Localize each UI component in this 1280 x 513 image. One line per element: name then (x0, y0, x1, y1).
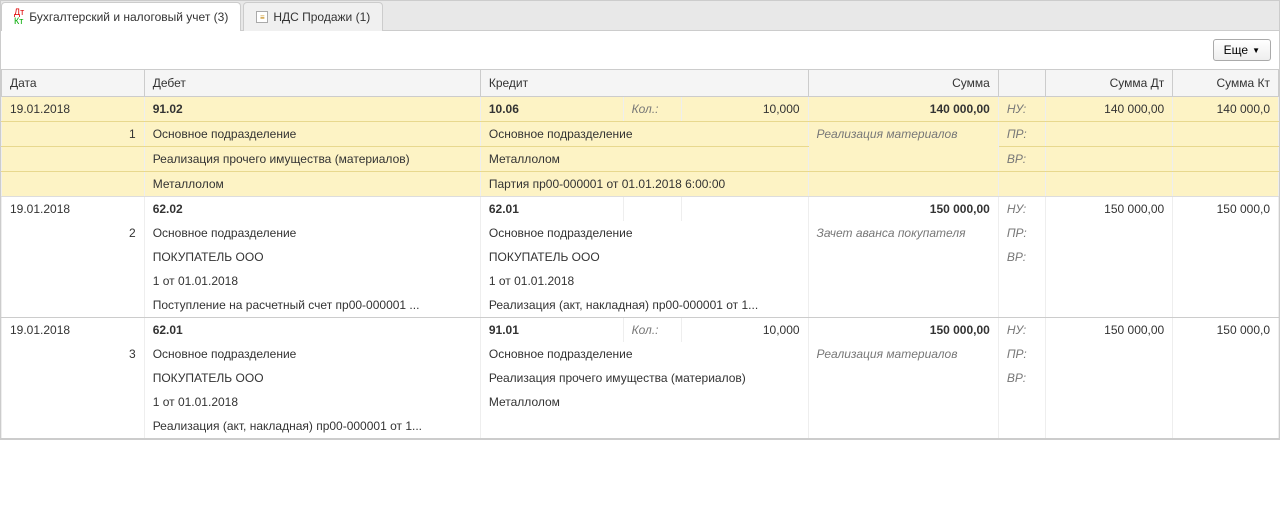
col-blank (998, 70, 1046, 97)
cell-kredit-acc: 62.01 (480, 197, 623, 222)
cell-sumdt: 150 000,00 (1046, 318, 1173, 343)
cell-vr-label: ВР: (998, 245, 1046, 269)
cell-debet-acc: 91.02 (144, 97, 480, 122)
cell-comment: Реализация материалов (808, 342, 998, 390)
cell-debet-sub: ПОКУПАТЕЛЬ ООО (144, 366, 480, 390)
document-icon: ≡ (256, 11, 268, 23)
cell-nu-label: НУ: (998, 197, 1046, 222)
table-row[interactable]: 2 Основное подразделение Основное подраз… (2, 221, 1279, 245)
col-sumkt[interactable]: Сумма Кт (1173, 70, 1279, 97)
table-row[interactable]: 3 Основное подразделение Основное подраз… (2, 342, 1279, 366)
cell-kredit-acc: 91.01 (480, 318, 623, 343)
cell-rownum: 2 (2, 221, 145, 245)
tab-bar: ДтКт Бухгалтерский и налоговый учет (3) … (1, 1, 1279, 31)
cell-kol-label: Кол.: (623, 97, 681, 122)
cell-vr-label: ВР: (998, 366, 1046, 390)
table-row[interactable]: 1 от 01.01.2018 1 от 01.01.2018 (2, 269, 1279, 293)
cell-sumkt: 140 000,0 (1173, 97, 1279, 122)
cell-nu-label: НУ: (998, 318, 1046, 343)
cell-comment: Зачет аванса покупателя (808, 221, 998, 269)
cell-kredit-sub: ПОКУПАТЕЛЬ ООО (480, 245, 808, 269)
cell-sum: 150 000,00 (808, 197, 998, 222)
cell-pr-label: ПР: (998, 221, 1046, 245)
table-row[interactable]: Поступление на расчетный счет пр00-00000… (2, 293, 1279, 318)
table-row[interactable]: ПОКУПАТЕЛЬ ООО Реализация прочего имущес… (2, 366, 1279, 390)
table-row[interactable]: Металлолом Партия пр00-000001 от 01.01.2… (2, 172, 1279, 197)
col-sum[interactable]: Сумма (808, 70, 998, 97)
cell-debet-acc: 62.02 (144, 197, 480, 222)
cell-kredit-sub: Партия пр00-000001 от 01.01.2018 6:00:00 (480, 172, 808, 197)
tab-label: Бухгалтерский и налоговый учет (3) (29, 10, 228, 24)
more-label: Еще (1224, 43, 1248, 57)
cell-kredit-sub: Металлолом (480, 390, 808, 414)
cell-debet-sub: Основное подразделение (144, 342, 480, 366)
cell-kredit-sub: Основное подразделение (480, 221, 808, 245)
cell-debet-sub: Основное подразделение (144, 122, 480, 147)
cell-vr-label: ВР: (998, 147, 1046, 172)
cell-kol-val: 10,000 (681, 318, 808, 343)
col-date[interactable]: Дата (2, 70, 145, 97)
cell-kol-label (623, 197, 681, 222)
cell-kredit-acc: 10.06 (480, 97, 623, 122)
cell-comment: Реализация материалов (808, 122, 998, 172)
cell-debet-acc: 62.01 (144, 318, 480, 343)
cell-date: 19.01.2018 (2, 318, 145, 343)
tab-accounting[interactable]: ДтКт Бухгалтерский и налоговый учет (3) (1, 2, 241, 31)
dropdown-arrow-icon: ▼ (1252, 46, 1260, 55)
table-row[interactable]: 19.01.2018 62.02 62.01 150 000,00 НУ: 15… (2, 197, 1279, 222)
cell-sumdt: 140 000,00 (1046, 97, 1173, 122)
cell-debet-sub: Реализация (акт, накладная) пр00-000001 … (144, 414, 480, 439)
cell-kredit-sub: Основное подразделение (480, 342, 808, 366)
cell-date: 19.01.2018 (2, 97, 145, 122)
posting-table[interactable]: Дата Дебет Кредит Сумма Сумма Дт Сумма К… (1, 69, 1279, 439)
cell-debet-sub: Реализация прочего имущества (материалов… (144, 147, 480, 172)
cell-kredit-sub: Реализация (акт, накладная) пр00-000001 … (480, 293, 808, 318)
table-row[interactable]: ПОКУПАТЕЛЬ ООО ПОКУПАТЕЛЬ ООО ВР: (2, 245, 1279, 269)
table-row[interactable]: 19.01.2018 91.02 10.06 Кол.: 10,000 140 … (2, 97, 1279, 122)
cell-sum: 140 000,00 (808, 97, 998, 122)
cell-debet-sub: ПОКУПАТЕЛЬ ООО (144, 245, 480, 269)
cell-kol-label: Кол.: (623, 318, 681, 343)
cell-kredit-sub: Реализация прочего имущества (материалов… (480, 366, 808, 390)
cell-nu-label: НУ: (998, 97, 1046, 122)
cell-debet-sub: 1 от 01.01.2018 (144, 269, 480, 293)
cell-kredit-sub: 1 от 01.01.2018 (480, 269, 808, 293)
cell-debet-sub: Поступление на расчетный счет пр00-00000… (144, 293, 480, 318)
col-kredit[interactable]: Кредит (480, 70, 808, 97)
tab-label: НДС Продажи (1) (273, 10, 370, 24)
toolbar: Еще ▼ (1, 31, 1279, 69)
cell-date: 19.01.2018 (2, 197, 145, 222)
col-debet[interactable]: Дебет (144, 70, 480, 97)
cell-debet-sub: Металлолом (144, 172, 480, 197)
cell-pr-label: ПР: (998, 122, 1046, 147)
cell-kol-val: 10,000 (681, 97, 808, 122)
table-row[interactable]: Реализация прочего имущества (материалов… (2, 147, 1279, 172)
table-row[interactable]: 1 Основное подразделение Основное подраз… (2, 122, 1279, 147)
debit-credit-icon: ДтКт (14, 8, 24, 26)
cell-sumkt: 150 000,0 (1173, 318, 1279, 343)
cell-sumkt: 150 000,0 (1173, 197, 1279, 222)
cell-sumdt: 150 000,00 (1046, 197, 1173, 222)
table-row[interactable]: Реализация (акт, накладная) пр00-000001 … (2, 414, 1279, 439)
cell-debet-sub: Основное подразделение (144, 221, 480, 245)
table-row[interactable]: 1 от 01.01.2018 Металлолом (2, 390, 1279, 414)
cell-sum: 150 000,00 (808, 318, 998, 343)
cell-kol-val (681, 197, 808, 222)
cell-rownum: 3 (2, 342, 145, 366)
more-button[interactable]: Еще ▼ (1213, 39, 1271, 61)
cell-kredit-sub (480, 414, 808, 439)
cell-kredit-sub: Основное подразделение (480, 122, 808, 147)
cell-pr-label: ПР: (998, 342, 1046, 366)
col-sumdt[interactable]: Сумма Дт (1046, 70, 1173, 97)
cell-kredit-sub: Металлолом (480, 147, 808, 172)
cell-debet-sub: 1 от 01.01.2018 (144, 390, 480, 414)
table-row[interactable]: 19.01.2018 62.01 91.01 Кол.: 10,000 150 … (2, 318, 1279, 343)
tab-nds-sales[interactable]: ≡ НДС Продажи (1) (243, 2, 383, 31)
cell-rownum: 1 (2, 122, 145, 147)
